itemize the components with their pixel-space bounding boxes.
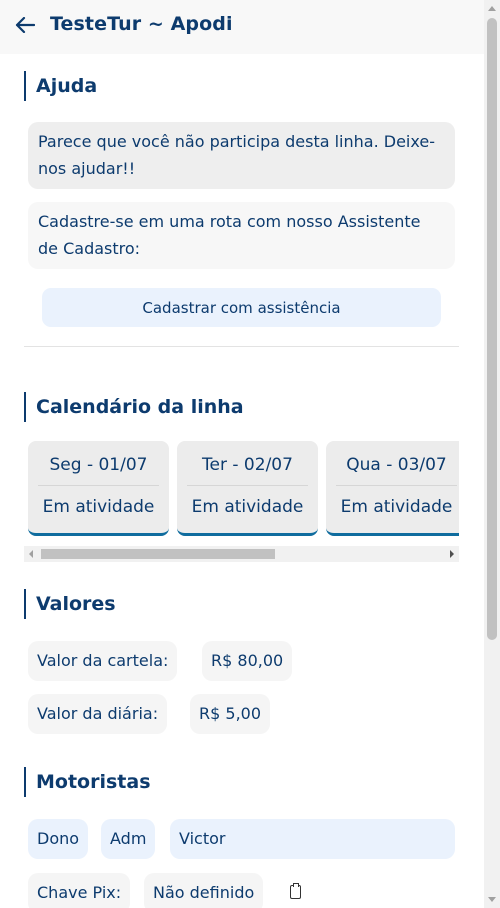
scroll-down-icon[interactable]	[488, 897, 496, 902]
arrow-left-icon[interactable]	[14, 13, 36, 37]
scrollbar-thumb[interactable]	[487, 18, 497, 640]
calendar-day-date: Seg - 01/07	[49, 455, 148, 475]
pix-key-label: Chave Pix:	[28, 873, 131, 908]
card-value-label: Valor da cartela:	[28, 641, 178, 681]
calendar-horizontal-scrollbar[interactable]	[24, 546, 459, 562]
calendar-day-card[interactable]: Ter - 02/07 Em atividade	[177, 441, 318, 536]
calendar-day-status: Em atividade	[191, 497, 304, 517]
help-register-message: Cadastre-se em uma rota com nosso Assist…	[28, 202, 455, 269]
daily-value: R$ 5,00	[190, 694, 271, 734]
card-divider	[187, 485, 308, 486]
calendar-section-title: Calendário da linha	[24, 392, 244, 422]
scroll-left-icon[interactable]	[29, 550, 33, 558]
calendar-day-status: Em atividade	[42, 497, 155, 517]
divider	[24, 346, 459, 347]
help-section-title: Ajuda	[24, 71, 97, 101]
driver-tag-admin: Adm	[101, 819, 156, 859]
calendar-day-card[interactable]: Qua - 03/07 Em atividade	[326, 441, 459, 536]
daily-value-label: Valor da diária:	[28, 694, 168, 734]
values-section-title: Valores	[24, 589, 116, 619]
calendar-day-date: Qua - 03/07	[346, 455, 447, 475]
register-with-assistance-button[interactable]: Cadastrar com assistência	[42, 288, 441, 327]
driver-tag-owner: Dono	[28, 819, 89, 859]
help-message: Parece que você não participa desta linh…	[28, 122, 455, 189]
drivers-section-title: Motoristas	[24, 767, 151, 797]
calendar-day-date: Ter - 02/07	[202, 455, 293, 475]
clipboard-icon[interactable]	[290, 883, 301, 899]
card-value: R$ 80,00	[202, 641, 293, 681]
page-title: TesteTur ~ Apodi	[50, 13, 233, 35]
app-header: TesteTur ~ Apodi	[0, 0, 484, 54]
card-divider	[336, 485, 457, 486]
vertical-scrollbar[interactable]	[484, 0, 500, 908]
scroll-up-icon[interactable]	[488, 6, 496, 11]
driver-name[interactable]: Victor	[170, 819, 455, 859]
scroll-right-icon[interactable]	[450, 550, 454, 558]
horizontal-scrollbar-thumb[interactable]	[41, 549, 275, 559]
calendar-day-status: Em atividade	[340, 497, 453, 517]
calendar-strip[interactable]: Seg - 01/07 Em atividade Ter - 02/07 Em …	[24, 440, 459, 540]
card-divider	[38, 485, 159, 486]
calendar-day-card[interactable]: Seg - 01/07 Em atividade	[28, 441, 169, 536]
pix-key-value: Não definido	[144, 873, 264, 908]
